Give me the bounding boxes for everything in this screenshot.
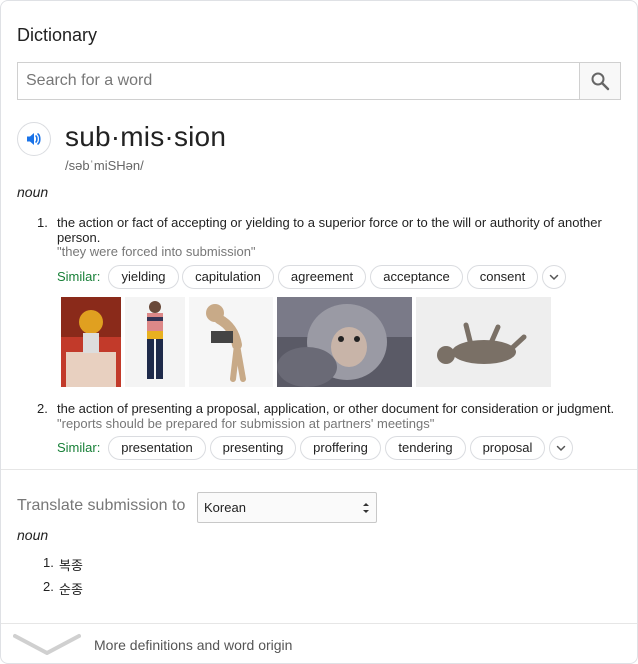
search-icon [591, 72, 610, 91]
similar-chip-yielding[interactable]: yielding [108, 265, 179, 289]
photo-monkey-icon [277, 297, 412, 387]
photo-person-standing-icon [125, 297, 185, 387]
definition-number: 1. [37, 215, 48, 230]
expand-similar-button[interactable] [549, 436, 573, 460]
definition-text: the action or fact of accepting or yield… [57, 215, 602, 245]
language-select-value: Korean [204, 500, 246, 515]
chevron-down-icon [556, 445, 566, 452]
similar-chip-agreement[interactable]: agreement [278, 265, 366, 289]
card-title: Dictionary [17, 25, 98, 45]
definition-text: the action of presenting a proposal, app… [57, 401, 615, 416]
photo-person-mask-icon [61, 297, 121, 387]
similar-chip-presentation[interactable]: presentation [108, 436, 206, 460]
similar-label: Similar: [57, 440, 101, 455]
similar-chip-acceptance[interactable]: acceptance [370, 265, 463, 289]
expand-more-chevron-icon[interactable] [13, 633, 81, 655]
similar-chip-capitulation[interactable]: capitulation [182, 265, 274, 289]
translation-number: 2. [43, 579, 54, 594]
translation-word: 복종 [59, 558, 83, 573]
translate-part-of-speech: noun [17, 527, 49, 543]
similar-chip-proposal[interactable]: proposal [470, 436, 545, 460]
pronounce-button[interactable] [17, 122, 51, 156]
headword: sub·mis·sion [65, 121, 227, 152]
chevron-down-icon [549, 274, 559, 281]
definition-example: "they were forced into submission" [57, 244, 256, 259]
similar-chip-consent[interactable]: consent [467, 265, 538, 289]
submission-image-4[interactable] [277, 297, 412, 387]
photo-bowing-figure-icon [189, 297, 273, 387]
submission-image-5[interactable] [416, 297, 551, 387]
translate-label: Translate submission to [17, 497, 186, 514]
pronunciation: /səbˈmiSHən/ [65, 158, 144, 173]
language-select[interactable]: Korean [197, 492, 377, 523]
similar-chip-proffering[interactable]: proffering [300, 436, 381, 460]
more-definitions-link[interactable]: More definitions and word origin [94, 637, 292, 653]
footer-divider [1, 623, 637, 624]
similar-chip-tendering[interactable]: tendering [385, 436, 466, 460]
translation-number: 1. [43, 555, 54, 570]
definition-number: 2. [37, 401, 48, 416]
search-input[interactable] [18, 63, 581, 99]
definition-example: "reports should be prepared for submissi… [57, 416, 435, 431]
similar-chip-presenting[interactable]: presenting [210, 436, 296, 460]
expand-similar-button[interactable] [542, 265, 566, 289]
submission-image-2[interactable] [125, 297, 185, 387]
part-of-speech: noun [17, 184, 49, 200]
translation-word: 순종 [59, 582, 83, 597]
select-arrows-icon [363, 503, 369, 513]
photo-dog-on-back-icon [416, 297, 551, 387]
speaker-icon [27, 133, 41, 145]
search-button[interactable] [579, 63, 620, 99]
dictionary-card: Dictionary sub·mis·sion /səbˈmiSHən/ nou… [0, 0, 638, 664]
search-box [17, 62, 621, 100]
submission-image-1[interactable] [61, 297, 121, 387]
section-divider [1, 469, 637, 470]
similar-label: Similar: [57, 269, 101, 284]
submission-image-3[interactable] [189, 297, 273, 387]
